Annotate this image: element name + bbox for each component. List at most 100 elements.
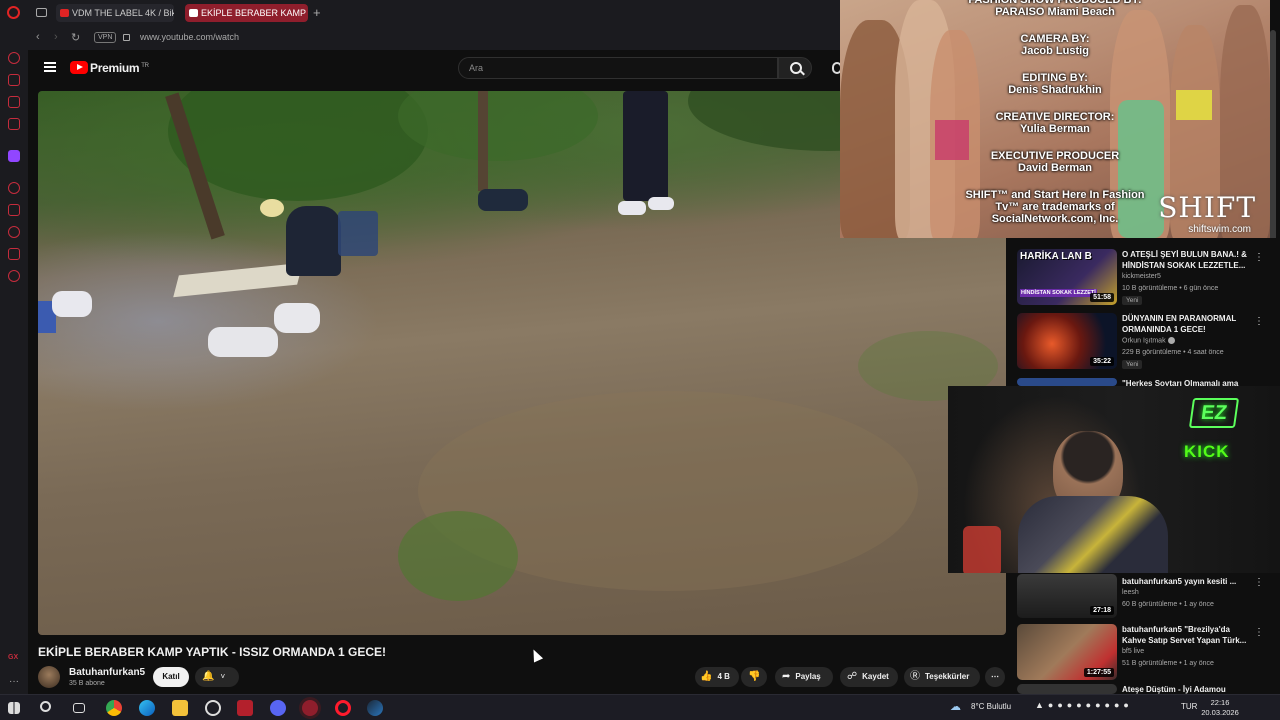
weather-text[interactable]: 8°C Bulutlu — [971, 702, 1011, 711]
notification-bell-button[interactable]: 🔔 ˅ — [195, 667, 239, 687]
task-view-icon[interactable] — [73, 703, 85, 713]
join-button[interactable]: Katıl — [153, 667, 189, 687]
chrome-icon[interactable] — [106, 700, 122, 716]
rec-meta: 229 B görüntüleme • 4 saat önce — [1122, 349, 1224, 356]
shoe — [648, 197, 674, 210]
new-tab-icon[interactable]: + — [313, 5, 321, 20]
gx-icon[interactable]: GX — [8, 654, 18, 661]
rec-thumbnail[interactable]: 1:27:55 — [1017, 624, 1117, 680]
person-sitting — [286, 206, 341, 276]
forward-icon[interactable]: › — [54, 31, 58, 43]
edge-icon[interactable] — [139, 700, 155, 716]
clock-icon[interactable] — [8, 226, 20, 238]
aria-icon[interactable] — [8, 52, 20, 64]
opera-icon[interactable] — [335, 700, 351, 716]
opera-gx-taskbar-icon[interactable] — [205, 700, 221, 716]
rec-channel[interactable]: leesh — [1122, 589, 1139, 596]
tab-vdm[interactable]: VDM THE LABEL 4K / Biki — [56, 4, 174, 22]
youtube-logo-icon[interactable] — [70, 61, 88, 74]
menu-icon[interactable] — [44, 62, 56, 72]
channel-name[interactable]: Batuhanfurkan5 — [69, 667, 145, 678]
rec-menu-icon[interactable]: ⋮ — [1254, 627, 1264, 638]
vpn-badge[interactable]: VPN — [94, 32, 117, 43]
video-app-icon[interactable] — [237, 700, 253, 716]
shift-url: shiftswim.com — [1188, 224, 1251, 235]
like-button[interactable]: 👍 4 B — [695, 667, 739, 687]
search-icon[interactable] — [40, 701, 51, 712]
rec-item[interactable]: 27:18 batuhanfurkan5 yayın kesiti ... le… — [1017, 574, 1273, 618]
system-clock[interactable]: 22:16 20.03.2026 — [1200, 698, 1240, 718]
extensions-icon[interactable] — [8, 248, 20, 260]
rec-menu-icon[interactable]: ⋮ — [1254, 252, 1264, 263]
tab-overview-icon[interactable] — [36, 8, 47, 17]
rec-item[interactable]: Ateşe Düştüm - İyi Adamou — [1017, 684, 1273, 694]
save-label: Kaydet — [862, 672, 889, 681]
rec-thumbnail[interactable]: HARİKA LAN B HİNDİSTAN SOKAK LEZZETİ 51:… — [1017, 249, 1117, 305]
ez-logo: EZ — [1188, 398, 1240, 428]
rec-item[interactable]: 1:27:55 batuhanfurkan5 "Brezilya'da Kahv… — [1017, 624, 1273, 680]
save-button[interactable]: ☍ Kaydet — [840, 667, 898, 687]
settings-icon[interactable] — [8, 270, 20, 282]
bookmark-icon: ☍ — [847, 671, 858, 682]
youtube-favicon-icon — [60, 9, 69, 17]
back-icon[interactable]: ‹ — [36, 31, 40, 43]
rec-channel[interactable]: bf5 live — [1122, 648, 1144, 655]
messenger-icon[interactable] — [8, 96, 20, 108]
rec-item[interactable]: 35:22 DÜNYANIN EN PARANORMAL ORMANINDA 1… — [1017, 313, 1273, 375]
video-title: EKİPLE BERABER KAMP YAPTIK - ISSIZ ORMAN… — [38, 645, 387, 659]
history-icon[interactable] — [8, 182, 20, 194]
file-explorer-icon[interactable] — [172, 700, 188, 716]
camp-table — [173, 262, 303, 298]
discord-icon[interactable] — [270, 700, 286, 716]
language-indicator[interactable]: TUR — [1181, 702, 1197, 711]
rec-channel[interactable]: kickmeister5 — [1122, 273, 1161, 280]
opera-logo-icon[interactable] — [7, 6, 20, 19]
sidebar-more-icon[interactable]: ··· — [9, 676, 19, 687]
rec-menu-icon[interactable]: ⋮ — [1254, 577, 1264, 588]
dark-bag — [478, 189, 528, 211]
windows-start-icon[interactable] — [8, 702, 20, 714]
rec-title[interactable]: DÜNYANIN EN PARANORMAL ORMANINDA 1 GECE! — [1122, 313, 1248, 335]
search-button[interactable] — [778, 57, 812, 79]
rec-thumbnail[interactable]: 35:22 — [1017, 313, 1117, 369]
music-icon[interactable] — [8, 118, 20, 130]
rec-item[interactable]: HARİKA LAN B HİNDİSTAN SOKAK LEZZETİ 51:… — [1017, 249, 1273, 311]
shopping-icon[interactable] — [8, 74, 20, 86]
rec-title[interactable]: batuhanfurkan5 "Brezilya'da Kahve Satıp … — [1122, 624, 1248, 646]
dislike-button[interactable]: 👎 — [741, 667, 767, 687]
rec-menu-icon[interactable]: ⋮ — [1254, 316, 1264, 327]
weather-icon[interactable]: ☁ — [950, 700, 961, 713]
share-button[interactable]: ➦ Paylaş — [775, 667, 833, 687]
bikini-yellow — [1176, 90, 1212, 120]
streamer-body — [1018, 496, 1168, 573]
rec-title[interactable]: batuhanfurkan5 yayın kesiti ... — [1122, 576, 1248, 587]
more-actions-button[interactable]: ⋯ — [985, 667, 1005, 687]
rec-thumbnail[interactable] — [1017, 684, 1117, 694]
credit-block: EDITING BY: Denis Shadrukhin — [960, 72, 1150, 96]
youtube-favicon-icon — [189, 9, 198, 17]
rec-thumbnail[interactable] — [1017, 378, 1117, 386]
steam-icon[interactable] — [367, 700, 383, 716]
reload-icon[interactable]: ↻ — [71, 31, 80, 44]
channel-avatar[interactable] — [38, 666, 60, 688]
rec-title[interactable]: O ATEŞLİ ŞEYİ BULUN BANA.! & HİNDİSTAN S… — [1122, 249, 1248, 271]
tray-icons[interactable]: ▲●●●●●●●●● — [1035, 700, 1133, 710]
url-text[interactable]: www.youtube.com/watch — [140, 32, 239, 42]
fashion-video-overlay[interactable]: FASHION SHOW PRODUCED BY: PARAISO Miami B… — [840, 0, 1270, 238]
tab-ekiple[interactable]: EKİPLE BERABER KAMP — [185, 4, 308, 22]
rec-meta: 60 B görüntüleme • 1 ay önce — [1122, 601, 1214, 608]
youtube-header: Premium TR Ara — [28, 50, 842, 88]
opera-active-icon[interactable] — [302, 700, 318, 716]
thanks-button[interactable]: Ⓡ Teşekkürler — [904, 667, 980, 687]
white-bag — [208, 327, 278, 357]
mouse-cursor — [528, 647, 544, 663]
rec-channel[interactable]: Orkun Işıtmak — [1122, 337, 1175, 344]
credit-name: Yulia Berman — [1020, 123, 1090, 135]
wallet-icon[interactable] — [8, 204, 20, 216]
rec-thumbnail[interactable]: 27:18 — [1017, 574, 1117, 618]
search-input[interactable]: Ara — [458, 57, 778, 79]
youtube-brand[interactable]: Premium TR — [90, 61, 149, 75]
share-icon: ➦ — [782, 671, 791, 682]
twitch-icon[interactable] — [8, 150, 20, 162]
clock-time: 22:16 — [1210, 698, 1230, 707]
